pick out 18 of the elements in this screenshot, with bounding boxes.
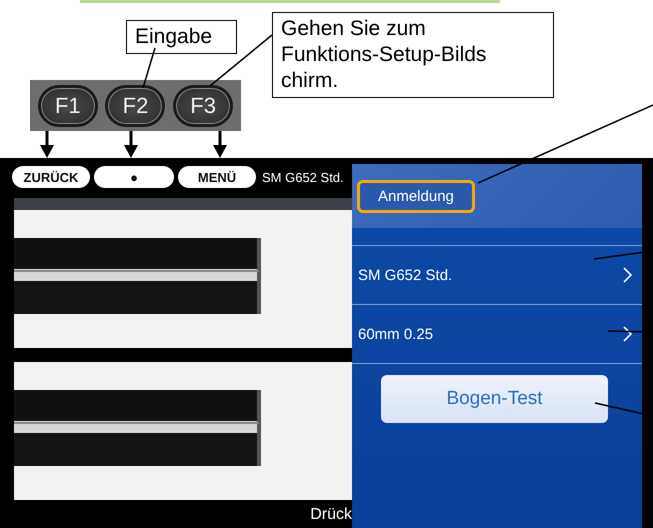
function-key[interactable]: F1 — [38, 84, 98, 126]
function-key[interactable]: F2 — [105, 84, 166, 126]
leader-line — [142, 48, 156, 88]
fiber-label: SM G652 Std. — [262, 170, 344, 184]
arc-test-button[interactable]: Bogen-Test — [381, 375, 608, 423]
screen-button[interactable]: MENÜ — [178, 166, 256, 188]
menu-item[interactable]: SM G652 Std. — [352, 245, 642, 304]
function-key[interactable]: F3 — [173, 84, 234, 126]
chevron-icon — [623, 326, 632, 342]
chevron-icon — [623, 267, 632, 283]
screen-button[interactable]: ZURÜCK — [12, 166, 90, 188]
menu-item[interactable]: 60mm 0.25 — [352, 304, 642, 363]
menu-title: Anmeldung — [357, 180, 475, 212]
status-text: Drück — [310, 506, 352, 524]
screen-button[interactable]: ● — [94, 166, 174, 188]
callout-text: Gehen Sie zum Funktions-Setup-Bilds chirm. — [272, 12, 554, 98]
callout-text: Eingabe — [126, 20, 237, 54]
leader-line — [210, 34, 272, 87]
